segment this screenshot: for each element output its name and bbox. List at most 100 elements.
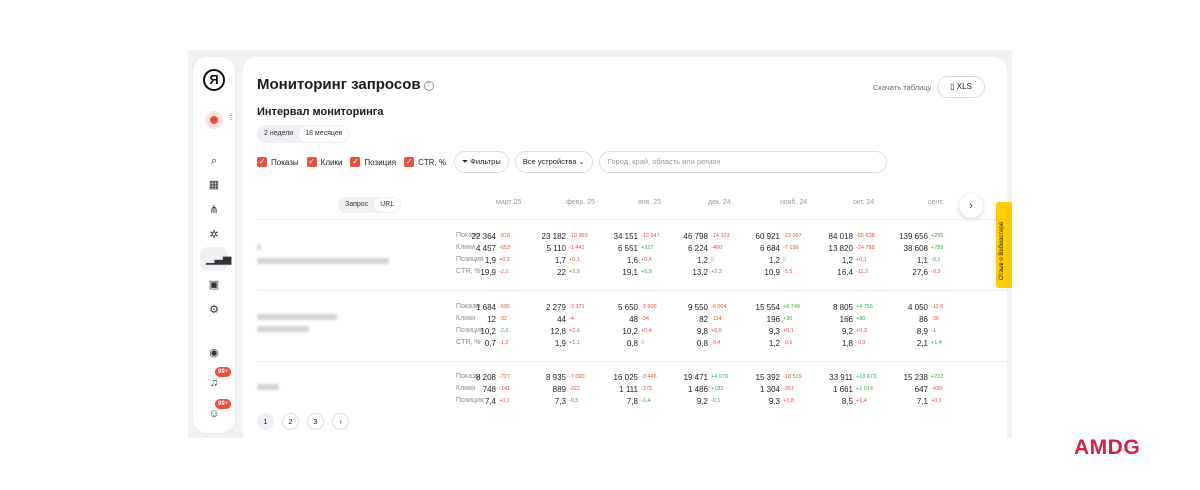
cell-value: 86	[919, 315, 928, 324]
cell-value: 0,7	[484, 339, 496, 348]
checkbox-label: Позиция	[364, 157, 397, 167]
cell-delta: +789	[931, 245, 944, 251]
dashboard-icon[interactable]: ▦	[206, 177, 222, 193]
cell-delta: -1,2	[499, 340, 509, 346]
checkbox-shows[interactable]: ✓ Показы	[257, 157, 299, 167]
cell-value: 34 151	[613, 232, 638, 241]
interval-option-2w[interactable]: 2 недели	[258, 126, 299, 142]
blurred-query-text[interactable]	[257, 258, 389, 264]
cell-value: 19 471	[683, 373, 708, 382]
cell-value: 8,9	[916, 327, 928, 336]
xls-button[interactable]: ▯ XLS	[937, 76, 985, 98]
next-columns-button[interactable]: ›	[959, 194, 983, 218]
cell-value: 2,1	[916, 339, 928, 348]
filters-button[interactable]: ⏷ Фильтры	[454, 151, 509, 173]
toggle-query[interactable]: Запрос	[339, 198, 374, 212]
download-label[interactable]: Скачать таблицу	[873, 83, 931, 92]
cell-delta: +0,8	[783, 398, 794, 404]
page-2-button[interactable]: 2	[282, 413, 299, 430]
cell-delta: -3 371	[569, 304, 585, 310]
blurred-query-text[interactable]	[257, 384, 279, 390]
device-select[interactable]: Все устройства ⌄	[514, 151, 593, 173]
cell-value: 0,8	[696, 339, 708, 348]
month-header[interactable]: окт. 24	[853, 199, 923, 206]
cell-value: 1,2	[696, 256, 708, 265]
checkbox-clicks[interactable]: ✓ Клики	[306, 157, 342, 167]
checkbox-ctr[interactable]: ✓ CTR, %	[404, 157, 446, 167]
interval-option-18m[interactable]: 18 месяцев	[299, 126, 349, 142]
cell-value: 7,4	[484, 397, 496, 406]
cell-value: 44	[557, 315, 566, 324]
cell-value: 19,1	[622, 268, 638, 277]
page-3-button[interactable]: 3	[307, 413, 324, 430]
cell-delta: -32	[499, 316, 507, 322]
yandex-logo[interactable]: Я	[203, 69, 225, 91]
tools-icon[interactable]: ⚙	[206, 302, 222, 318]
cell-value: 1,1	[916, 256, 928, 265]
next-page-button[interactable]: ›	[332, 413, 349, 430]
query-url-toggle[interactable]: Запрос URL	[338, 197, 402, 213]
cell-value: 33 911	[829, 373, 853, 382]
feedback-tab[interactable]: Отзыв о Вебмастере	[996, 202, 1012, 288]
brand-logo: AMDG	[1074, 436, 1141, 459]
monitor-icon[interactable]: ▣	[206, 277, 222, 293]
cell-value: 9,2	[696, 397, 708, 406]
month-header[interactable]: янв. 25	[638, 199, 708, 206]
month-header[interactable]: дек. 24	[708, 199, 778, 206]
cell-delta: -10 969	[569, 233, 588, 239]
indexing-icon[interactable]: ✲	[206, 227, 222, 243]
cell-value: 1,7	[554, 256, 566, 265]
cell-delta: 0	[783, 257, 787, 263]
cell-value: 1,6	[626, 256, 638, 265]
cell-value: 1,2	[768, 256, 780, 265]
checkbox-label: Показы	[271, 157, 299, 167]
month-header[interactable]: февр. 25	[566, 199, 636, 206]
help-icon[interactable]: ◉	[206, 345, 222, 361]
drag-handle-icon[interactable]: ⁞⁞	[229, 112, 233, 122]
cell-value: 1,9	[554, 339, 566, 348]
search-icon[interactable]: ⌕	[206, 153, 222, 169]
chart-icon[interactable]: ▁▃▅	[206, 251, 231, 267]
cell-value: 13 820	[828, 244, 853, 253]
cell-delta: +0,1	[783, 328, 794, 334]
structure-icon[interactable]: ⋔	[206, 202, 222, 218]
messages-badge: 99+	[215, 399, 232, 409]
app-window: Я ⌕ ▦ ⋔ ✲ ▁▃▅ ▣ ⚙ ◉ ♫ 99+ ☺ 99+ ⁞⁞ Монит…	[188, 50, 1012, 438]
cell-delta: -141	[499, 386, 511, 392]
cell-value: 12,8	[550, 327, 566, 336]
cell-delta: -222	[569, 386, 581, 392]
month-header[interactable]: нояб. 24	[780, 199, 850, 206]
cell-delta: +18 673	[856, 374, 877, 380]
cell-delta: -6 004	[711, 304, 727, 310]
cell-value: 12	[487, 315, 496, 324]
cell-value: 8 208	[475, 373, 496, 382]
cell-delta: -36	[931, 316, 939, 322]
site-avatar[interactable]	[205, 111, 223, 129]
cell-delta: +2,3	[711, 269, 722, 275]
month-header[interactable]: март 25	[496, 199, 566, 206]
blurred-query-text[interactable]	[257, 326, 309, 332]
checkbox-label: CTR, %	[418, 157, 447, 167]
help-icon[interactable]: ?	[423, 81, 434, 91]
check-icon: ✓	[350, 157, 361, 167]
cell-delta: -439	[931, 386, 943, 392]
cell-value: 0,8	[626, 339, 638, 348]
cell-delta: +327	[641, 245, 654, 251]
cell-value: 1,8	[841, 339, 853, 348]
xls-label: XLS	[956, 82, 972, 91]
region-input[interactable]: Город, край, область или регион	[598, 151, 887, 173]
cell-delta: -2,6	[499, 328, 509, 334]
page-1-button[interactable]: 1	[257, 413, 274, 430]
cell-delta: -4	[569, 316, 574, 322]
interval-switch[interactable]: 2 недели 18 месяцев	[257, 125, 350, 143]
bell-icon[interactable]: ♫	[206, 375, 222, 391]
cell-value: 4 050	[907, 303, 928, 312]
check-icon: ✓	[257, 157, 267, 167]
toggle-url[interactable]: URL	[374, 198, 401, 212]
feedback-label: Отзыв о Вебмастере	[999, 221, 1005, 280]
blurred-query-text[interactable]	[257, 244, 261, 250]
checkbox-position[interactable]: ✓ Позиция	[350, 157, 396, 167]
cell-value: 82	[699, 315, 708, 324]
blurred-query-text[interactable]	[257, 314, 337, 320]
cell-delta: -3 900	[641, 304, 657, 310]
